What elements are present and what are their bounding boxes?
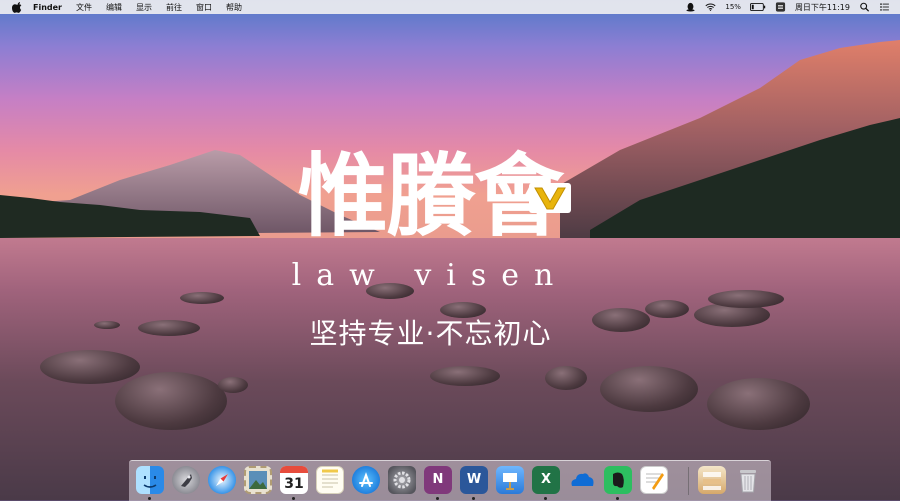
- logo-v-mark: [529, 183, 571, 213]
- lake-rock: [707, 378, 810, 430]
- calendar-day-label: 31: [284, 476, 304, 492]
- keynote-icon[interactable]: [496, 466, 524, 494]
- word-letter: W: [466, 472, 482, 487]
- spotlight-search-icon[interactable]: [859, 2, 870, 12]
- lake-rock: [708, 290, 784, 308]
- lake-rock: [545, 366, 587, 390]
- lake-rock: [115, 372, 227, 430]
- lake-rock: [430, 366, 500, 386]
- evernote-icon[interactable]: [604, 466, 632, 494]
- app-store-icon[interactable]: [352, 466, 380, 494]
- lake-rock: [94, 321, 120, 329]
- downloads-stack-icon[interactable]: [698, 466, 726, 494]
- menu-file[interactable]: 文件: [76, 2, 92, 13]
- menu-edit[interactable]: 编辑: [106, 2, 122, 13]
- calendar-icon[interactable]: 31: [280, 466, 308, 494]
- battery-percent: 15%: [725, 3, 741, 11]
- onedrive-icon[interactable]: [568, 466, 596, 494]
- battery-icon[interactable]: [749, 2, 766, 12]
- excel-letter: X: [540, 472, 552, 487]
- pages-icon[interactable]: [640, 466, 668, 494]
- onenote-icon[interactable]: N: [424, 466, 452, 494]
- status-area: 15% 周日下午11:19: [685, 0, 890, 14]
- brand-logo-subtitle: law visen: [291, 258, 569, 293]
- dock: 31 N W X: [129, 460, 771, 501]
- lake-rock: [40, 350, 140, 384]
- lake-rock: [600, 366, 698, 412]
- wifi-icon[interactable]: [705, 2, 716, 12]
- dock-separator: [688, 467, 689, 495]
- input-method-icon[interactable]: [775, 2, 786, 12]
- lake-rock: [138, 320, 200, 336]
- menu-finder[interactable]: Finder: [33, 3, 62, 12]
- excel-icon[interactable]: X: [532, 466, 560, 494]
- qq-icon[interactable]: [685, 2, 696, 12]
- launchpad-icon[interactable]: [172, 466, 200, 494]
- trash-icon[interactable]: [734, 466, 762, 494]
- finder-icon[interactable]: [136, 466, 164, 494]
- menu-view[interactable]: 显示: [136, 2, 152, 13]
- menubar-clock[interactable]: 周日下午11:19: [795, 2, 850, 13]
- menu-help[interactable]: 帮助: [226, 2, 242, 13]
- notes-icon[interactable]: [316, 466, 344, 494]
- menu-bar: Finder 文件 编辑 显示 前往 窗口 帮助 15% 周日下午11:19: [0, 0, 900, 14]
- photo-app-icon[interactable]: [244, 466, 272, 494]
- brand-slogan: 坚持专业·不忘初心: [309, 317, 552, 350]
- safari-icon[interactable]: [208, 466, 236, 494]
- menu-go[interactable]: 前往: [166, 2, 182, 13]
- lake-rock: [645, 300, 689, 318]
- lake-rock: [180, 292, 224, 304]
- notification-center-icon[interactable]: [879, 2, 890, 12]
- onenote-letter: N: [432, 472, 444, 487]
- apple-menu-icon[interactable]: [12, 1, 23, 13]
- word-icon[interactable]: W: [460, 466, 488, 494]
- lake-rock: [218, 377, 248, 393]
- menu-window[interactable]: 窗口: [196, 2, 212, 13]
- system-preferences-icon[interactable]: [388, 466, 416, 494]
